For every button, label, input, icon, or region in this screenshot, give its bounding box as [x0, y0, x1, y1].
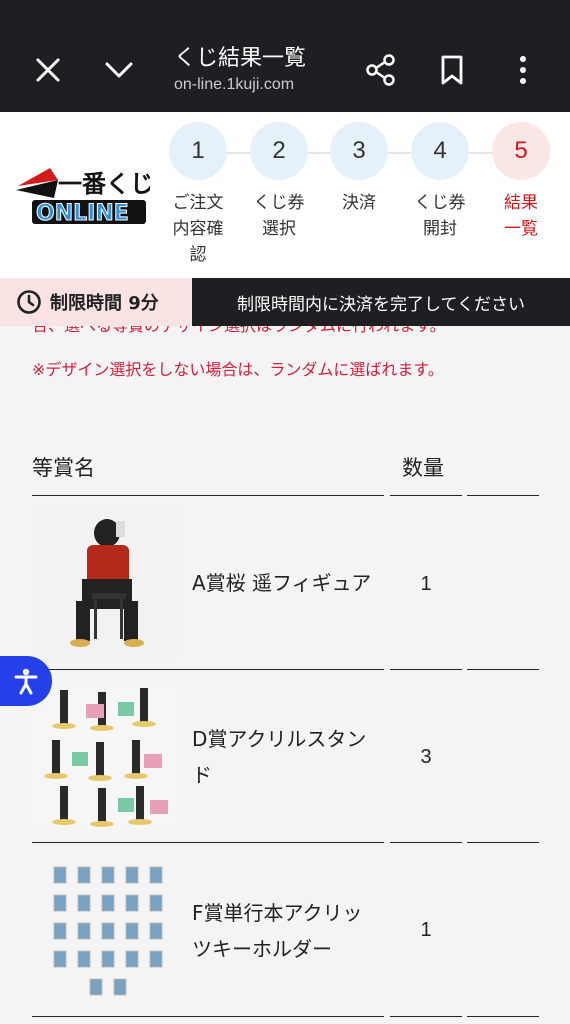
time-limit-label: 制限時間 9分: [50, 293, 159, 314]
step-label: 決済: [342, 193, 376, 213]
browser-toolbar: くじ結果一覧 on-line.1kuji.com: [0, 0, 570, 112]
step-number: 4: [411, 122, 469, 180]
step-label: 結果 一覧: [504, 193, 538, 239]
divider: [32, 1016, 384, 1017]
step-number: 5: [492, 122, 550, 180]
prize-image-a: [32, 509, 182, 657]
divider: [32, 842, 384, 843]
step-5-current: 5 結果 一覧: [482, 122, 560, 242]
divider: [390, 495, 462, 496]
step-number: 2: [250, 122, 308, 180]
prize-name: F賞単行本アクリッツキーホルダー: [192, 901, 363, 961]
column-header-quantity: 数量: [402, 456, 444, 480]
page-title: くじ結果一覧: [174, 46, 307, 71]
page-header: 一番くじ ONLINE 1 ご注文 内容確 認 2 くじ券 選択 3 決済 4 …: [0, 112, 570, 278]
step-4: 4 くじ券 開封: [401, 122, 479, 242]
divider: [467, 1016, 539, 1017]
step-number: 3: [330, 122, 388, 180]
step-2: 2 くじ券 選択: [240, 122, 318, 242]
step-1: 1 ご注文 内容確 認: [159, 122, 237, 268]
clock-icon: [17, 290, 41, 314]
divider: [32, 669, 384, 670]
time-limit-message: 制限時間内に決済を完了してください: [192, 278, 570, 326]
divider: [467, 842, 539, 843]
prize-quantity: 1: [420, 573, 432, 595]
step-label: くじ券 開封: [414, 193, 466, 239]
figure-image: [32, 509, 182, 657]
more-options-icon[interactable]: [508, 52, 538, 88]
time-limit: 制限時間 9分: [16, 278, 159, 326]
bookmark-icon[interactable]: [436, 52, 468, 88]
divider: [390, 842, 462, 843]
divider: [390, 669, 462, 670]
share-icon[interactable]: [364, 52, 398, 88]
prize-name: D賞アクリルスタンド: [192, 727, 367, 787]
prize-quantity: 3: [420, 746, 432, 768]
prize-image-f: [32, 855, 182, 1003]
step-3: 3 決済: [320, 122, 398, 216]
accessibility-icon: [14, 668, 38, 695]
step-label: ご注文 内容確 認: [172, 193, 224, 265]
page-url[interactable]: on-line.1kuji.com: [174, 76, 294, 94]
accessibility-button[interactable]: [0, 656, 52, 706]
prize-image-d: [32, 682, 182, 830]
keychain-image: [32, 855, 182, 1003]
close-icon[interactable]: [30, 52, 66, 88]
logo-text-bottom: ONLINE: [36, 201, 129, 226]
divider: [32, 495, 384, 496]
prize-name: A賞桜 遥フィギュア: [192, 571, 372, 595]
time-limit-bar: 制限時間 9分 制限時間内に決済を完了してください: [0, 278, 570, 326]
step-label: くじ券 選択: [253, 193, 305, 239]
acrylic-stand-image: [32, 682, 182, 830]
design-notice-line2: ※デザイン選択をしない場合は、ランダムに選ばれます。: [32, 360, 444, 379]
column-header-prize: 等賞名: [32, 456, 95, 480]
divider: [467, 495, 539, 496]
step-number: 1: [169, 122, 227, 180]
ichiban-kuji-online-logo[interactable]: 一番くじ ONLINE: [14, 164, 150, 228]
divider: [390, 1016, 462, 1017]
chevron-down-icon[interactable]: [100, 52, 138, 88]
prize-quantity: 1: [420, 919, 432, 941]
divider: [467, 669, 539, 670]
logo-text-top: 一番くじ: [58, 170, 150, 198]
